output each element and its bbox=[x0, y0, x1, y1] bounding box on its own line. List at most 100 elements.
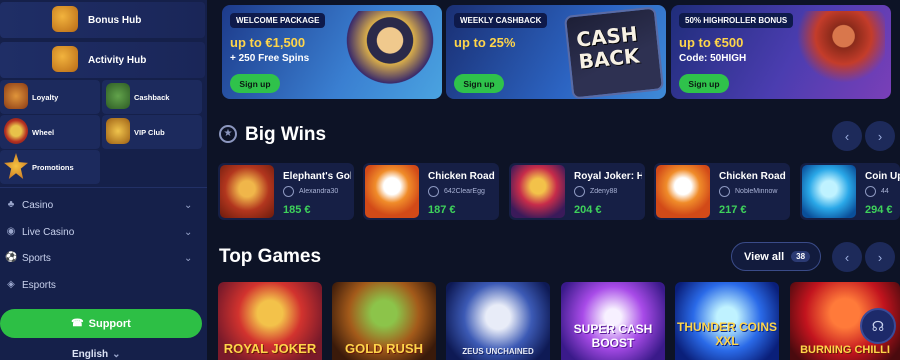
game-title: SUPER CASH BOOST bbox=[573, 322, 653, 350]
nav-item-sports[interactable]: ⚽ Sports ⌄ bbox=[0, 246, 205, 270]
nav-item-casino[interactable]: ♣ Casino ⌄ bbox=[0, 193, 205, 217]
sidebar-item-label: Loyalty bbox=[32, 92, 59, 102]
big-win-card[interactable]: Royal Joker: Hold Zdeny88 204 € bbox=[509, 163, 645, 220]
view-all-button[interactable]: View all 38 bbox=[731, 242, 821, 271]
banner-weekly-cashback[interactable]: WEEKLY CASHBACK up to 25% Sign up CASH B… bbox=[446, 5, 666, 99]
nav-item-esports[interactable]: ◈ Esports bbox=[0, 273, 205, 297]
loyalty-icon bbox=[4, 83, 28, 109]
cashback-sign-text: CASH BACK bbox=[575, 21, 641, 74]
nav-item-label: Live Casino bbox=[22, 226, 75, 238]
sidebar-item-vip-club[interactable]: VIP Club bbox=[102, 115, 202, 149]
nav-item-live-casino[interactable]: ◉ Live Casino ⌄ bbox=[0, 220, 205, 244]
game-tile[interactable]: SUPER CASH BOOST bbox=[561, 282, 665, 360]
win-user: 44 bbox=[865, 185, 900, 198]
win-game-title: Elephant's Gold bbox=[283, 171, 351, 182]
language-selector[interactable]: English ⌄ bbox=[72, 349, 121, 360]
game-thumbnail[interactable] bbox=[365, 165, 419, 218]
big-wins-title: Big Wins bbox=[245, 124, 327, 145]
cards-icon: ♣ bbox=[7, 199, 15, 210]
sidebar-divider bbox=[0, 187, 207, 188]
headset-icon: ☊ bbox=[871, 317, 885, 334]
big-wins-next-button[interactable]: › bbox=[865, 121, 895, 151]
language-label: English bbox=[72, 349, 109, 360]
game-title: BURNING CHILLI bbox=[800, 344, 890, 356]
banner-highroller-bonus[interactable]: 50% HIGHROLLER BONUS up to €500 Code: 50… bbox=[671, 5, 891, 99]
wheel-icon bbox=[4, 118, 28, 144]
sidebar-item-label: Promotions bbox=[32, 162, 74, 172]
game-title: ZEUS UNCHAINED bbox=[462, 347, 534, 356]
win-game-title: Chicken Road bbox=[428, 171, 495, 182]
sign-up-button[interactable]: Sign up bbox=[454, 74, 504, 93]
nav-item-label: Sports bbox=[22, 252, 51, 264]
support-button[interactable]: ☎ Support bbox=[0, 309, 202, 338]
top-games-title: Top Games bbox=[219, 246, 322, 267]
banner-tag: 50% HIGHROLLER BONUS bbox=[679, 13, 794, 28]
win-game-title: Coin Up bbox=[865, 171, 900, 182]
game-thumbnail[interactable] bbox=[802, 165, 856, 218]
headset-icon: ☎ bbox=[71, 318, 84, 329]
sign-up-button[interactable]: Sign up bbox=[230, 74, 280, 93]
win-user: Zdeny88 bbox=[574, 185, 644, 198]
big-wins-prev-button[interactable]: ‹ bbox=[832, 121, 862, 151]
win-amount: 217 € bbox=[719, 204, 747, 216]
user-icon bbox=[574, 186, 585, 197]
sidebar-item-wheel[interactable]: Wheel bbox=[0, 115, 100, 149]
nav-item-label: Casino bbox=[22, 199, 54, 211]
live-icon: ◉ bbox=[6, 226, 16, 237]
game-thumbnail[interactable] bbox=[511, 165, 565, 218]
banner-artwork: CASH BACK bbox=[563, 6, 665, 99]
game-tile[interactable]: GOLD RUSH bbox=[332, 282, 436, 360]
top-games-prev-button[interactable]: ‹ bbox=[832, 242, 862, 272]
bonus-hub-button[interactable]: Bonus Hub bbox=[0, 2, 205, 38]
sidebar-item-promotions[interactable]: Promotions bbox=[0, 150, 100, 184]
banner-offer: up to €1,500 bbox=[230, 35, 306, 50]
banner-subtitle: + 250 Free Spins bbox=[230, 53, 310, 64]
top-games-next-button[interactable]: › bbox=[865, 242, 895, 272]
win-user: Alexandra30 bbox=[283, 185, 353, 198]
banner-welcome-package[interactable]: WELCOME PACKAGE up to €1,500 + 250 Free … bbox=[222, 5, 442, 99]
activity-hub-button[interactable]: Activity Hub bbox=[0, 42, 205, 78]
bonus-hub-label: Bonus Hub bbox=[88, 14, 142, 26]
chevron-down-icon: ⌄ bbox=[112, 349, 121, 360]
banner-artwork bbox=[793, 11, 885, 95]
banner-offer: up to €500 bbox=[679, 35, 744, 50]
star-icon: ★ bbox=[219, 125, 237, 143]
banner-offer: up to 25% bbox=[454, 35, 516, 50]
sidebar-item-loyalty[interactable]: Loyalty bbox=[0, 80, 100, 114]
big-win-card[interactable]: Chicken Road 642ClearEgg 187 € bbox=[363, 163, 499, 220]
mascot-icon bbox=[52, 46, 78, 72]
game-tile[interactable]: THUNDER COINS XXL bbox=[675, 282, 779, 360]
game-tile[interactable]: ZEUS UNCHAINED bbox=[446, 282, 550, 360]
win-username: Zdeny88 bbox=[590, 188, 618, 195]
game-thumbnail[interactable] bbox=[220, 165, 274, 218]
big-win-card[interactable]: Coin Up 44 294 € bbox=[800, 163, 900, 220]
win-amount: 204 € bbox=[574, 204, 602, 216]
win-amount: 294 € bbox=[865, 204, 893, 216]
win-username: NobleMinnow bbox=[735, 188, 778, 195]
banner-tag: WELCOME PACKAGE bbox=[230, 13, 326, 28]
games-count-badge: 38 bbox=[791, 251, 811, 262]
live-chat-button[interactable]: ☊ bbox=[860, 308, 896, 344]
banner-artwork bbox=[344, 11, 436, 95]
treasure-chest-icon bbox=[52, 6, 78, 32]
win-username: 44 bbox=[881, 188, 889, 195]
game-thumbnail[interactable] bbox=[656, 165, 710, 218]
game-title: THUNDER COINS XXL bbox=[676, 320, 777, 348]
game-title: GOLD RUSH bbox=[345, 341, 423, 356]
chevron-down-icon[interactable]: ⌄ bbox=[184, 200, 192, 211]
view-all-label: View all bbox=[744, 250, 785, 263]
big-win-card[interactable]: Chicken Road NobleMinnow 217 € bbox=[654, 163, 790, 220]
game-tile[interactable]: ROYAL JOKER bbox=[218, 282, 322, 360]
win-game-title: Royal Joker: Hold bbox=[574, 171, 642, 182]
chevron-down-icon[interactable]: ⌄ bbox=[184, 227, 192, 238]
sidebar: Bonus Hub Activity Hub Loyalty Cashback … bbox=[0, 0, 207, 360]
vip-icon bbox=[106, 118, 130, 144]
big-win-card[interactable]: Elephant's Gold Alexandra30 185 € bbox=[218, 163, 354, 220]
sidebar-item-cashback[interactable]: Cashback bbox=[102, 80, 202, 114]
sign-up-button[interactable]: Sign up bbox=[679, 74, 729, 93]
win-username: Alexandra30 bbox=[299, 188, 339, 195]
gamepad-icon: ◈ bbox=[7, 279, 15, 290]
chevron-down-icon[interactable]: ⌄ bbox=[184, 253, 192, 264]
cashback-icon bbox=[106, 83, 130, 109]
win-amount: 185 € bbox=[283, 204, 311, 216]
